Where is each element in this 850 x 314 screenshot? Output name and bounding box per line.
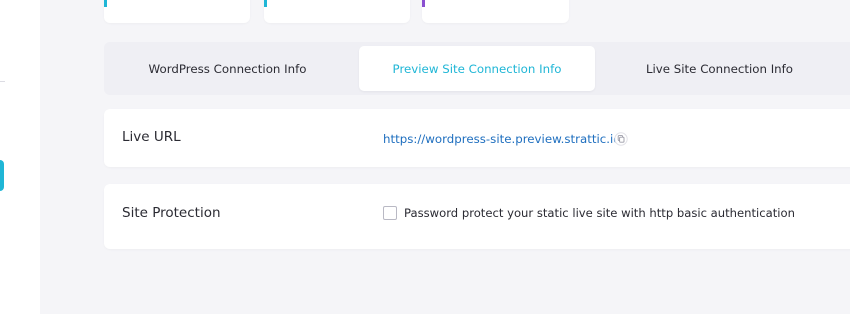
card-accent-bar [104,0,107,7]
sidebar [0,0,40,314]
tab-wordpress-connection-info[interactable]: WordPress Connection Info [104,46,351,91]
sidebar-active-indicator [0,160,4,191]
password-protect-checkbox-label[interactable]: Password protect your static live site w… [404,206,795,220]
live-url-link[interactable]: https://wordpress-site.preview.strattic.… [383,132,621,146]
password-protect-checkbox[interactable] [383,206,397,220]
site-protection-row: Site Protection Password protect your st… [104,184,850,249]
sidebar-divider [0,81,5,82]
copy-icon[interactable] [614,131,628,146]
summary-card-3 [422,0,569,23]
tab-live-site-connection-info[interactable]: Live Site Connection Info [603,46,836,91]
card-accent-bar [422,0,425,7]
summary-card-2 [264,0,410,23]
card-accent-bar [264,0,267,7]
live-url-label: Live URL [122,129,181,145]
connection-info-tabs: WordPress Connection Info Preview Site C… [104,42,850,95]
site-protection-label: Site Protection [122,205,221,221]
tab-preview-site-connection-info[interactable]: Preview Site Connection Info [359,46,595,91]
summary-card-1 [104,0,250,23]
live-url-row: Live URL https://wordpress-site.preview.… [104,109,850,167]
